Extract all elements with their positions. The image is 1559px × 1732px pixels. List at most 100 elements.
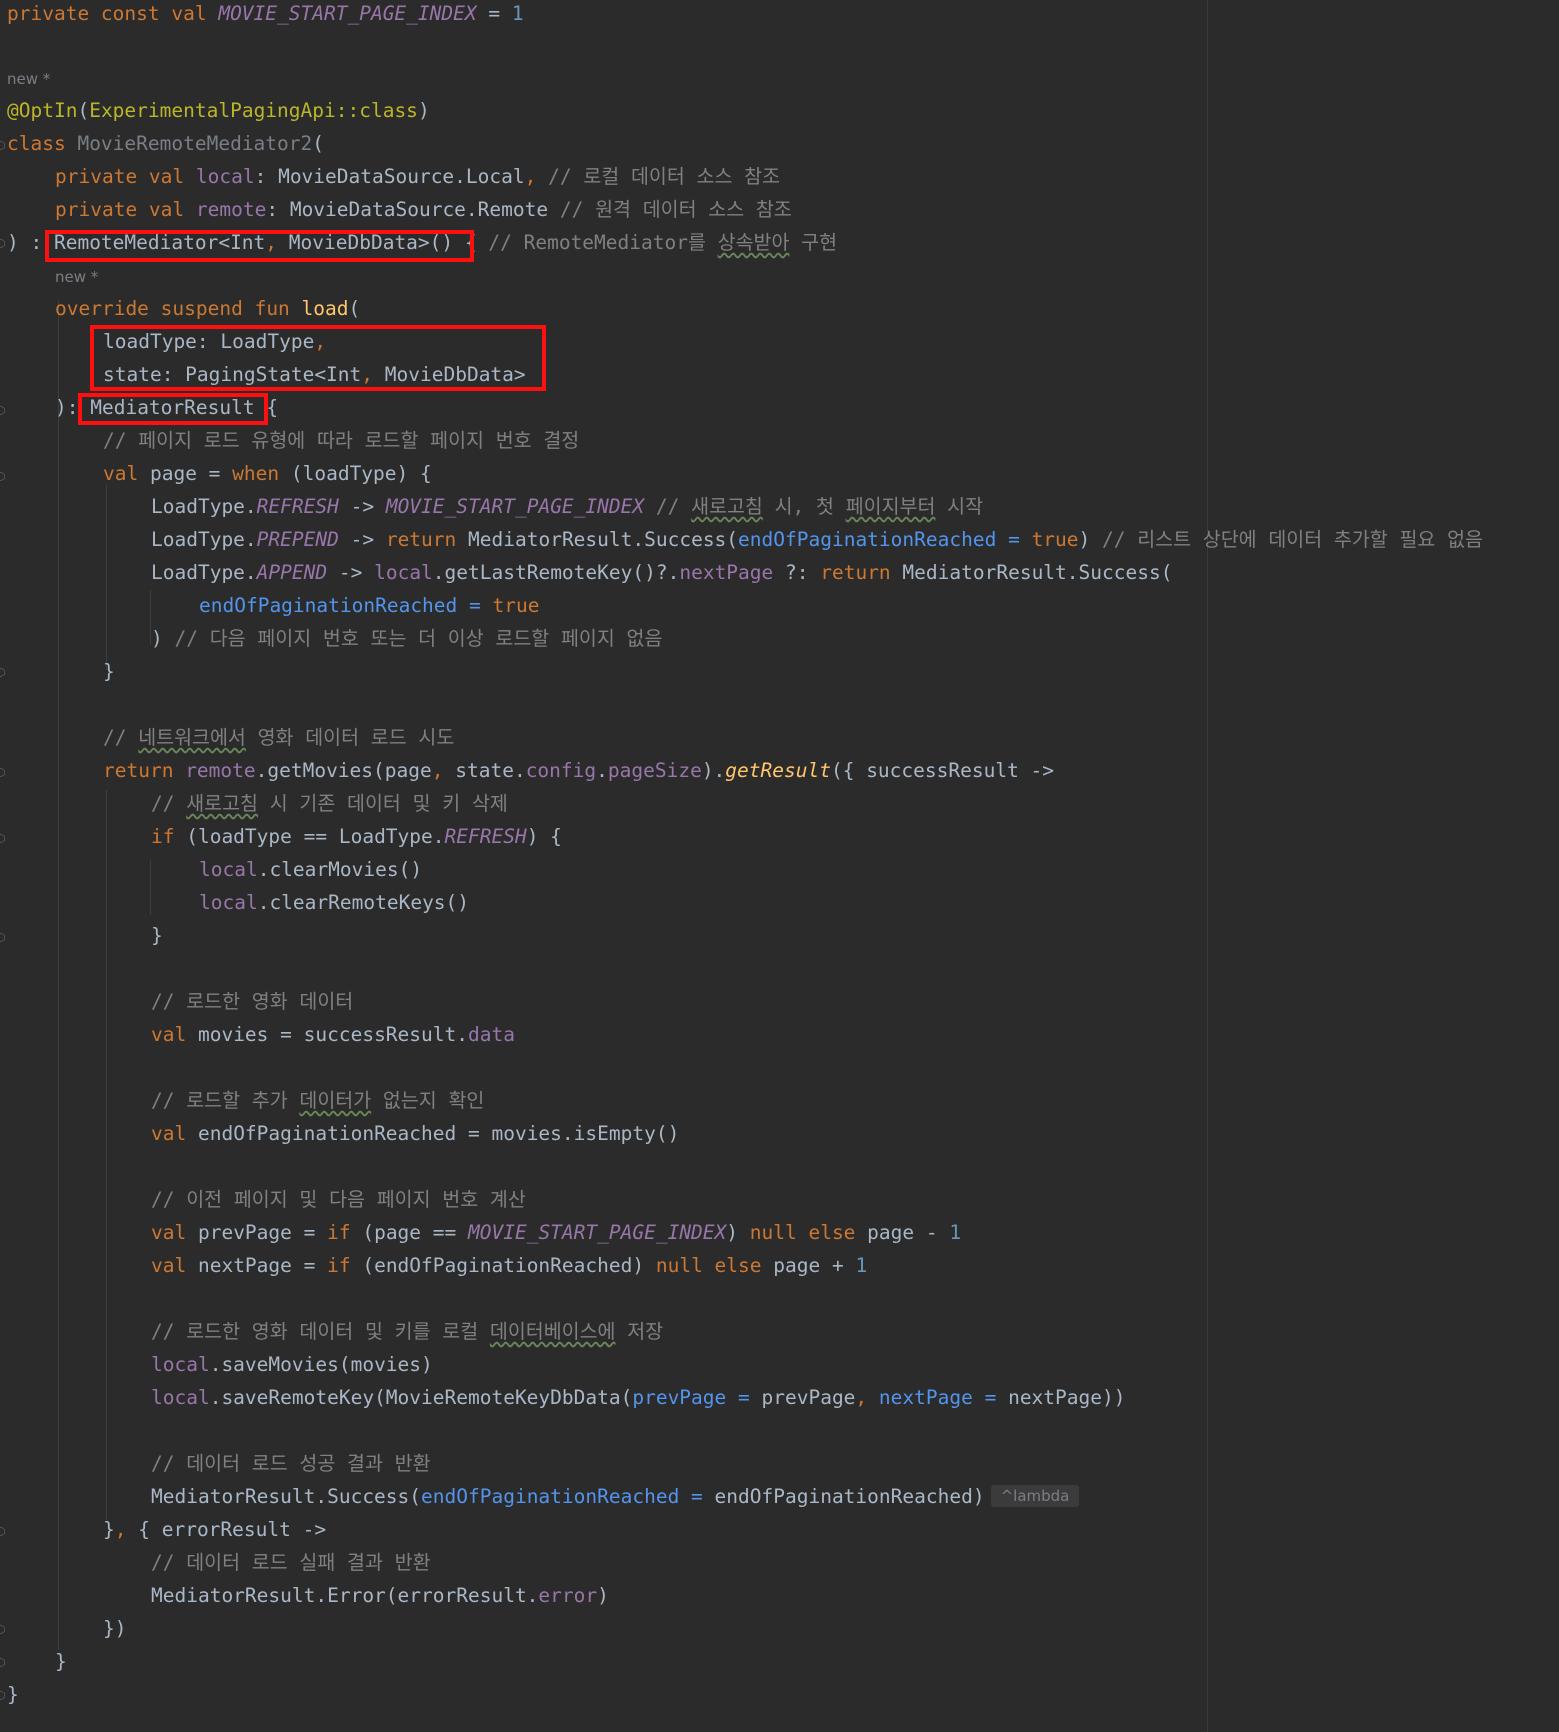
code-line-next-page[interactable]: val nextPage = if (endOfPaginationReache…	[151, 1252, 867, 1285]
code-line-save-movies[interactable]: local.saveMovies(movies)	[151, 1351, 433, 1384]
code-text: .getMovies(page	[255, 759, 432, 782]
code-line-const[interactable]: private const val MOVIE_START_PAGE_INDEX…	[7, 0, 524, 33]
code-line-if-refresh[interactable]: if (loadType == LoadType.REFRESH) {	[151, 823, 562, 856]
codevision-hint-class[interactable]: new *	[7, 70, 50, 88]
fold-icon[interactable]: ⬡	[0, 1690, 6, 1702]
keyword: val	[151, 1122, 198, 1145]
code-line-close-brace[interactable]: }	[151, 922, 163, 955]
fold-icon[interactable]: ⬡	[0, 767, 6, 779]
code-line-param-state[interactable]: state: PagingState<Int, MovieDbData>	[103, 361, 526, 394]
code-line-close-brace[interactable]: }	[103, 658, 115, 691]
code-line-close-brace[interactable]: }	[7, 1681, 19, 1714]
keyword: if	[327, 1254, 351, 1277]
code-line-comment[interactable]: // 페이지 로드 유형에 따라 로드할 페이지 번호 결정	[103, 427, 579, 460]
comment: //	[151, 792, 187, 815]
brace: }	[103, 660, 115, 683]
named-argument: prevPage	[632, 1386, 727, 1409]
fold-icon[interactable]: ⬡	[0, 405, 6, 417]
punctuation: .	[596, 759, 608, 782]
code-text: (page ==	[350, 1221, 468, 1244]
operator: =	[726, 1386, 762, 1409]
code-line-comment[interactable]: // 데이터 로드 실패 결과 반환	[151, 1549, 431, 1582]
comma: ,	[524, 165, 537, 188]
keyword: if	[327, 1221, 351, 1244]
code-line-annotation[interactable]: @OptIn(ExperimentalPagingApi::class)	[7, 97, 430, 130]
code-text: LoadType.	[151, 528, 257, 551]
brace: {	[254, 396, 279, 419]
code-text: ({ successResult ->	[830, 759, 1055, 782]
keyword: private const val	[7, 2, 219, 25]
code-line-get-movies[interactable]: return remote.getMovies(page, state.conf…	[103, 757, 1054, 790]
code-line-error[interactable]: MediatorResult.Error(errorResult.error)	[151, 1582, 609, 1615]
code-line-append[interactable]: LoadType.APPEND -> local.getLastRemoteKe…	[151, 559, 1172, 592]
code-line-return-type[interactable]: ): MediatorResult {	[55, 394, 278, 427]
code-line-close-lambda[interactable]: })	[103, 1615, 126, 1648]
comment: // RemoteMediator를	[488, 231, 718, 254]
brace: {	[453, 231, 489, 254]
code-line-prev-page[interactable]: val prevPage = if (page == MOVIE_START_P…	[151, 1219, 961, 1252]
property-name: pageSize	[607, 759, 702, 782]
fold-icon[interactable]: ⬡	[0, 238, 6, 250]
fold-icon[interactable]: ⬡	[0, 1526, 6, 1538]
code-line-error-lambda[interactable]: }, { errorResult ->	[103, 1516, 326, 1549]
keyword: private val	[55, 165, 196, 188]
code-line-when[interactable]: val page = when (loadType) {	[103, 460, 432, 493]
comment-typo: 네트워크에서	[138, 726, 246, 749]
code-line-param-loadtype[interactable]: loadType: LoadType,	[103, 328, 326, 361]
code-line-comment[interactable]: // 새로고침 시 기존 데이터 및 키 삭제	[151, 790, 508, 823]
fold-icon[interactable]: ⬡	[0, 1624, 6, 1636]
code-line-eop-true[interactable]: endOfPaginationReached = true	[199, 592, 539, 625]
code-line-fun-decl[interactable]: override suspend fun load(	[55, 295, 360, 328]
code-line-comment[interactable]: // 로드한 영화 데이터	[151, 988, 353, 1021]
keyword: null else	[749, 1221, 856, 1244]
comment: // 페이지 로드 유형에 따라 로드할 페이지 번호 결정	[103, 429, 580, 452]
code-line-comment[interactable]: // 네트워크에서 영화 데이터 로드 시도	[103, 724, 454, 757]
code-line-close-paren[interactable]: ) // 다음 페이지 번호 또는 더 이상 로드할 페이지 없음	[151, 625, 662, 658]
code-text: MediatorResult.Success(	[151, 1485, 422, 1508]
code-line-remote-prop[interactable]: private val remote: MovieDataSource.Remo…	[55, 196, 792, 229]
type-name: MediatorResult	[90, 396, 255, 419]
code-line-save-remote-key[interactable]: local.saveRemoteKey(MovieRemoteKeyDbData…	[151, 1384, 1125, 1417]
code-line-comment[interactable]: // 로드한 영화 데이터 및 키를 로컬 데이터베이스에 저장	[151, 1318, 663, 1351]
function-name: load	[301, 297, 349, 320]
property-name: config	[525, 759, 597, 782]
number-literal: 1	[511, 2, 524, 25]
paren: )	[1078, 528, 1091, 551]
code-text: page -	[855, 1221, 950, 1244]
operator: =	[996, 528, 1032, 551]
code-line-clear-keys[interactable]: local.clearRemoteKeys()	[199, 889, 469, 922]
code-line-superclass[interactable]: ) : RemoteMediator<Int, MovieDbData>() {…	[7, 229, 837, 262]
code-line-clear-movies[interactable]: local.clearMovies()	[199, 856, 422, 889]
code-text: LoadType.	[151, 561, 257, 584]
code-line-eop[interactable]: val endOfPaginationReached = movies.isEm…	[151, 1120, 679, 1153]
fold-icon[interactable]: ⬡	[0, 1657, 6, 1669]
code-text: (loadType) {	[279, 462, 432, 485]
code-line-prepend[interactable]: LoadType.PREPEND -> return MediatorResul…	[151, 526, 1483, 559]
code-line-comment[interactable]: // 데이터 로드 성공 결과 반환	[151, 1450, 431, 1483]
code-text: .clearMovies()	[257, 858, 423, 881]
fold-icon[interactable]: ⬡	[0, 140, 6, 152]
parameter: loadType: LoadType	[103, 330, 315, 353]
fold-icon[interactable]: ⬡	[0, 667, 6, 679]
keyword: true	[492, 594, 540, 617]
code-line-success[interactable]: MediatorResult.Success(endOfPaginationRe…	[151, 1483, 1080, 1516]
code-line-refresh[interactable]: LoadType.REFRESH -> MOVIE_START_PAGE_IND…	[151, 493, 983, 526]
comment-typo: 새로고침	[186, 792, 258, 815]
code-editor[interactable]: ⬡ ⬡ ⬡ ⬡ ⬡ ⬡ ⬡ ⬡ ⬡ ⬡ ⬡ ⬡ private const va…	[0, 0, 1559, 1732]
code-line-comment[interactable]: // 이전 페이지 및 다음 페이지 번호 계산	[151, 1186, 526, 1219]
comma: ,	[431, 759, 444, 782]
fold-icon[interactable]: ⬡	[0, 833, 6, 845]
code-line-class-decl[interactable]: class MovieRemoteMediator2(	[7, 130, 324, 163]
code-line-movies[interactable]: val movies = successResult.data	[151, 1021, 515, 1054]
comment: 저장	[615, 1320, 664, 1343]
code-line-local-prop[interactable]: private val local: MovieDataSource.Local…	[55, 163, 780, 196]
operator: =	[476, 2, 512, 25]
code-line-close-brace[interactable]: }	[55, 1648, 67, 1681]
code-text: )	[151, 627, 175, 650]
constant-name: MOVIE_START_PAGE_INDEX	[218, 2, 477, 25]
codevision-hint-fun[interactable]: new *	[55, 268, 98, 286]
code-line-comment[interactable]: // 로드할 추가 데이터가 없는지 확인	[151, 1087, 484, 1120]
fold-icon[interactable]: ⬡	[0, 932, 6, 944]
paren: )	[597, 1584, 609, 1607]
fold-icon[interactable]: ⬡	[0, 471, 6, 483]
